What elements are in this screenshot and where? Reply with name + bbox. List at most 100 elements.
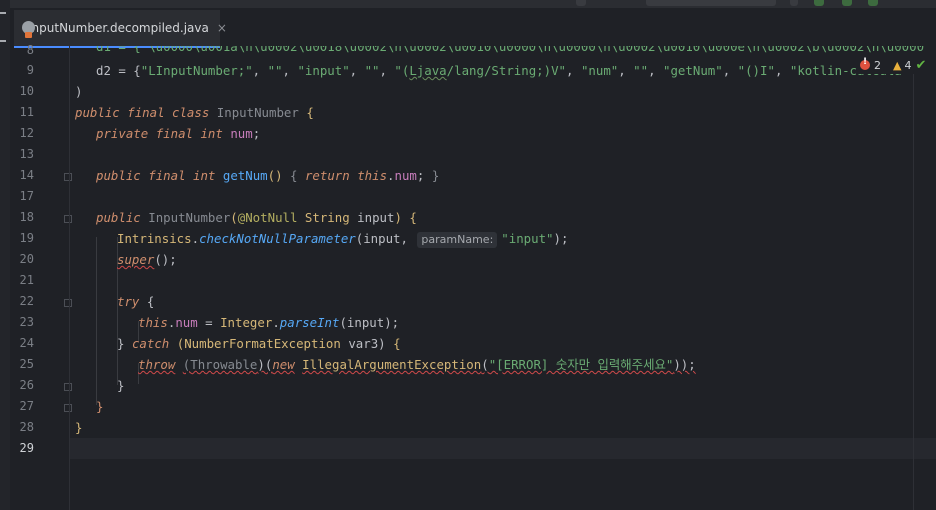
- method-name: getNum: [222, 168, 268, 183]
- error-count: 2: [874, 58, 881, 72]
- close-icon[interactable]: ×: [217, 21, 227, 35]
- code-text: (: [481, 357, 489, 372]
- code-text: );: [553, 231, 569, 246]
- inspection-widget[interactable]: 2 ▲ 4 ✔: [856, 56, 936, 74]
- string-literal: "": [633, 63, 649, 78]
- keyword: catch: [131, 336, 170, 351]
- keyword: final: [148, 168, 186, 183]
- type: String: [304, 210, 350, 225]
- fold-marker[interactable]: [64, 404, 72, 412]
- string-literal: "": [267, 63, 283, 78]
- fold-marker[interactable]: [64, 215, 72, 223]
- line-number: 21: [19, 273, 34, 287]
- keyword: class: [172, 105, 210, 120]
- brace: }: [431, 168, 440, 183]
- brace: {: [146, 294, 155, 309]
- line-number: 10: [19, 84, 34, 98]
- line-number: 13: [19, 147, 34, 161]
- fold-marker[interactable]: [64, 173, 72, 181]
- method-call: parseInt: [279, 315, 340, 330]
- field-name: num: [175, 315, 198, 330]
- code-text: ));: [673, 357, 696, 372]
- code-text: ,: [379, 63, 395, 78]
- coverage-icon[interactable]: [868, 0, 878, 6]
- line-number-gutter: 8 9 10 11 12 13 14 17 18 19 20 21 22 23 …: [10, 43, 72, 510]
- warning-icon: ▲: [893, 58, 902, 72]
- keyword: final: [127, 105, 165, 120]
- brace: }: [96, 399, 104, 414]
- code-line-26: }: [117, 375, 124, 396]
- code-line-25: throw (Throwable)(new IllegalArgumentExc…: [138, 354, 696, 375]
- code-line-19: Intrinsics.checkNotNullParameter(input, …: [117, 228, 568, 249]
- keyword: private: [96, 126, 149, 141]
- line-number: 11: [19, 105, 34, 119]
- brace: }: [75, 420, 83, 435]
- code-text: d2 = {: [96, 63, 141, 78]
- brace: {: [306, 105, 314, 120]
- code-line-12: private final int num;: [96, 123, 260, 144]
- code-line-14: public final int getNum() { return this.…: [96, 165, 439, 186]
- code-text: ): [394, 210, 402, 225]
- code-text: ;: [416, 168, 425, 183]
- code-text: ,: [252, 63, 268, 78]
- indent-guide: [96, 237, 97, 405]
- class-ref: Intrinsics: [117, 231, 192, 246]
- code-line-20: super();: [117, 249, 177, 270]
- type: int: [193, 168, 216, 183]
- keyword-error: new: [272, 357, 295, 372]
- code-text: ,: [774, 63, 790, 78]
- code-line-24: } catch (NumberFormatException var3) {: [117, 333, 401, 354]
- line-number: 14: [19, 168, 34, 182]
- keyword: return: [304, 168, 350, 183]
- editor-scrollbar[interactable]: [913, 74, 914, 510]
- code-text: ,: [349, 63, 365, 78]
- keyword: public: [96, 210, 141, 225]
- code-text: var3): [348, 336, 386, 351]
- string-literal: "": [364, 63, 380, 78]
- string-literal: "input": [501, 231, 554, 246]
- string-literal: /lang/String;)V": [446, 63, 567, 78]
- error-icon: [860, 57, 870, 70]
- class-ref: NumberFormatException: [184, 336, 341, 351]
- code-line-23: this.num = Integer.parseInt(input);: [138, 312, 399, 333]
- fold-marker[interactable]: [64, 383, 72, 391]
- code-text: )(: [257, 357, 273, 372]
- code-text: ;: [252, 126, 261, 141]
- annotation: @NotNull: [237, 210, 298, 225]
- toolbar-icon[interactable]: [790, 0, 798, 6]
- line-number: 20: [19, 252, 34, 266]
- tab-inputnumber-decompiled[interactable]: InputNumber.decompiled.java ×: [14, 10, 227, 48]
- string-literal-typo: Ljava: [409, 63, 447, 78]
- code-text: (: [230, 210, 238, 225]
- code-text: ,: [618, 63, 634, 78]
- code-line-8: d1 = {"\u0000\u001a\n\u0002\u0018\u0002\…: [96, 46, 924, 57]
- toolbar-icon[interactable]: [576, 0, 586, 6]
- editor-tab-bar: InputNumber.decompiled.java ×: [0, 8, 936, 48]
- line-number: 18: [19, 210, 34, 224]
- parameter-hint: paramName:: [417, 232, 498, 248]
- run-icon[interactable]: [814, 0, 824, 6]
- debug-icon[interactable]: [842, 0, 852, 6]
- line-number: 24: [19, 336, 34, 350]
- fold-marker[interactable]: [64, 299, 72, 307]
- line-number: 9: [26, 63, 34, 77]
- string-literal: "[ERROR] 숫자만 입력해주세요": [488, 357, 674, 372]
- line-number: 27: [19, 399, 34, 413]
- run-config-selector[interactable]: [646, 0, 776, 6]
- line-number: 8: [26, 43, 34, 57]
- code-editor[interactable]: d1 = {"\u0000\u001a\n\u0002\u0018\u0002\…: [75, 46, 936, 510]
- code-line-22: try {: [117, 291, 154, 312]
- constructor-name: InputNumber: [148, 210, 231, 225]
- class-ref: Integer: [220, 315, 273, 330]
- field-name: num: [394, 168, 417, 183]
- keyword: this: [357, 168, 388, 183]
- code-text: (): [267, 168, 283, 183]
- field-name: num: [230, 126, 253, 141]
- code-text: .: [191, 231, 200, 246]
- line-number: 12: [19, 126, 34, 140]
- code-text: =: [197, 315, 221, 330]
- line-number-current: 29: [19, 441, 34, 455]
- keyword: try: [117, 294, 140, 309]
- check-icon: ✔: [915, 57, 927, 73]
- brace: }: [117, 378, 125, 393]
